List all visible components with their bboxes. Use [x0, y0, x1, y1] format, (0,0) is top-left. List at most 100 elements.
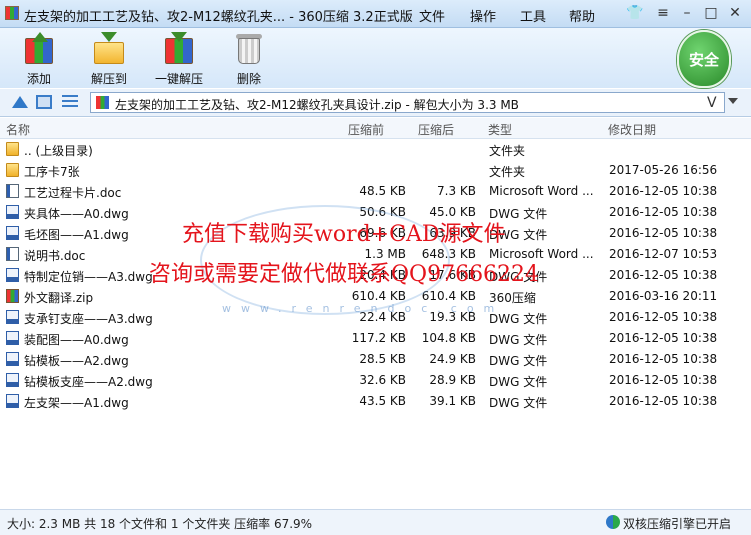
zip-icon: [6, 289, 19, 303]
delete-label: 删除: [236, 72, 261, 86]
file-modified-date: 2016-03-16 20:11: [609, 289, 718, 303]
up-arrow-icon[interactable]: [12, 96, 28, 108]
menu-file[interactable]: 文件: [419, 6, 445, 25]
security-badge-label: 安全: [688, 51, 719, 69]
file-name: .. (上级目录): [24, 144, 93, 158]
column-type[interactable]: 类型: [488, 121, 512, 138]
window-title: 左支架的加工工艺及钻、攻2-M12螺纹孔夹... - 360压缩 3.2正式版: [24, 10, 413, 25]
security-shield-icon[interactable]: 安全: [677, 30, 731, 88]
file-name: 工序卡7张: [24, 165, 80, 179]
file-name: 特制定位销——A3.dwg: [24, 270, 153, 284]
settings-menu-icon[interactable]: ≡: [654, 4, 672, 22]
dwg-icon: [6, 352, 19, 366]
folder-icon: [6, 142, 19, 156]
file-size: 117.2 KB: [351, 331, 406, 345]
file-size: 48.5 KB: [359, 184, 406, 198]
file-size: 43.5 KB: [359, 394, 406, 408]
file-modified-date: 2016-12-05 10:38: [609, 331, 718, 345]
file-name: 工艺过程卡片.doc: [24, 186, 122, 200]
file-row[interactable]: 钻模板——A2.dwg 28.5 KB 24.9 KB DWG 文件 2016-12-0…: [0, 349, 751, 370]
column-name[interactable]: 名称: [6, 121, 30, 138]
file-size: 32.6 KB: [359, 373, 406, 387]
minimize-button[interactable]: –: [678, 4, 696, 22]
file-name: 左支架——A1.dwg: [24, 396, 129, 410]
file-type: DWG 文件: [489, 375, 548, 389]
file-compressed-size: 39.1 KB: [429, 394, 476, 408]
file-name: 装配图——A0.dwg: [24, 333, 129, 347]
app-logo-icon: [5, 6, 19, 20]
file-compressed-size: 7.3 KB: [437, 184, 476, 198]
extract-to-label: 解压到: [90, 72, 127, 86]
file-compressed-size: 28.9 KB: [429, 373, 476, 387]
skin-icon[interactable]: 👕: [626, 4, 644, 22]
file-name: 说明书.doc: [24, 249, 86, 263]
file-row[interactable]: 钻模板支座——A2.dwg 32.6 KB 28.9 KB DWG 文件 2016-12…: [0, 370, 751, 391]
file-name: 支承钉支座——A3.dwg: [24, 312, 153, 326]
title-bar: 左支架的加工工艺及钻、攻2-M12螺纹孔夹... - 360压缩 3.2正式版 …: [0, 0, 751, 28]
dwg-icon: [6, 310, 19, 324]
file-name: 夹具体——A0.dwg: [24, 207, 129, 221]
close-button[interactable]: ✕: [726, 4, 744, 22]
file-compressed-size: 24.9 KB: [429, 352, 476, 366]
file-row[interactable]: 装配图——A0.dwg 117.2 KB 104.8 KB DWG 文件 2016-12…: [0, 328, 751, 349]
dual-core-engine-icon: [606, 515, 620, 529]
toolbar: 添加 解压到 一键解压 删除: [0, 28, 751, 88]
menu-operation[interactable]: 操作: [470, 6, 496, 25]
maximize-button[interactable]: □: [702, 4, 720, 22]
menu-help[interactable]: 帮助: [569, 6, 595, 25]
file-modified-date: 2016-12-05 10:38: [609, 268, 718, 282]
file-type: DWG 文件: [489, 354, 548, 368]
file-modified-date: 2016-12-05 10:38: [609, 205, 718, 219]
file-row[interactable]: .. (上级目录) 文件夹: [0, 139, 751, 160]
file-modified-date: 2017-05-26 16:56: [609, 163, 718, 177]
file-compressed-size: 610.4 KB: [421, 289, 476, 303]
archive-path-text: 左支架的加工工艺及钻、攻2-M12螺纹孔夹具设计.zip - 解包大小为 3.3…: [115, 98, 519, 112]
archive-path-field[interactable]: 左支架的加工工艺及钻、攻2-M12螺纹孔夹具设计.zip - 解包大小为 3.3…: [90, 92, 725, 113]
file-modified-date: 2016-12-05 10:38: [609, 226, 718, 240]
file-type: 文件夹: [489, 144, 526, 158]
file-type: 文件夹: [489, 165, 526, 179]
one-click-extract-label: 一键解压: [154, 72, 203, 86]
delete-button[interactable]: 删除: [214, 30, 284, 86]
file-modified-date: 2016-12-05 10:38: [609, 394, 718, 408]
one-click-extract-icon: [162, 32, 196, 66]
archive-summary: 大小: 2.3 MB 共 18 个文件和 1 个文件夹 压缩率 67.9%: [7, 517, 313, 531]
engine-status[interactable]: 双核压缩引擎已开启: [623, 515, 731, 532]
extract-to-button[interactable]: 解压到: [74, 30, 144, 86]
file-row[interactable]: 工序卡7张 文件夹 2017-05-26 16:56: [0, 160, 751, 181]
add-button[interactable]: 添加: [4, 30, 74, 86]
verify-v-icon[interactable]: V: [707, 95, 717, 111]
doc-icon: [6, 247, 19, 261]
watermark-url: www.renrendoc.com: [222, 302, 505, 315]
path-dropdown-icon[interactable]: [728, 98, 738, 104]
list-view-icon[interactable]: [62, 95, 78, 109]
file-name: 毛坯图——A1.dwg: [24, 228, 129, 242]
promo-text-line1: 充值下载购买word+CAD源文件: [182, 222, 506, 247]
one-click-extract-button[interactable]: 一键解压: [144, 30, 214, 86]
file-modified-date: 2016-12-05 10:38: [609, 373, 718, 387]
file-row[interactable]: 工艺过程卡片.doc 48.5 KB 7.3 KB Microsoft Word ..…: [0, 181, 751, 202]
column-header: 名称 压缩前 压缩后 类型 修改日期: [0, 118, 751, 139]
file-size: 28.5 KB: [359, 352, 406, 366]
address-bar: 左支架的加工工艺及钻、攻2-M12螺纹孔夹具设计.zip - 解包大小为 3.3…: [0, 89, 751, 117]
column-compressed[interactable]: 压缩后: [418, 121, 454, 138]
file-row[interactable]: 左支架——A1.dwg 43.5 KB 39.1 KB DWG 文件 2016-12-0…: [0, 391, 751, 412]
status-bar: 大小: 2.3 MB 共 18 个文件和 1 个文件夹 压缩率 67.9% 双核…: [0, 509, 751, 535]
dwg-icon: [6, 226, 19, 240]
column-modified[interactable]: 修改日期: [608, 121, 656, 138]
file-type: DWG 文件: [489, 333, 548, 347]
dwg-icon: [6, 394, 19, 408]
add-archive-icon: [22, 32, 56, 66]
trash-icon: [232, 32, 266, 66]
file-modified-date: 2016-12-07 10:53: [609, 247, 718, 261]
menu-tools[interactable]: 工具: [520, 6, 546, 25]
column-size[interactable]: 压缩前: [348, 121, 384, 138]
file-compressed-size: 104.8 KB: [421, 331, 476, 345]
file-type: DWG 文件: [489, 396, 548, 410]
file-type: Microsoft Word ...: [489, 184, 594, 198]
file-list: .. (上级目录) 文件夹 工序卡7张 文件夹 2017-05-26 16:56 工艺过程…: [0, 139, 751, 509]
thumbnail-view-icon[interactable]: [36, 95, 52, 109]
dwg-icon: [6, 373, 19, 387]
dwg-icon: [6, 331, 19, 345]
file-modified-date: 2016-12-05 10:38: [609, 310, 718, 324]
